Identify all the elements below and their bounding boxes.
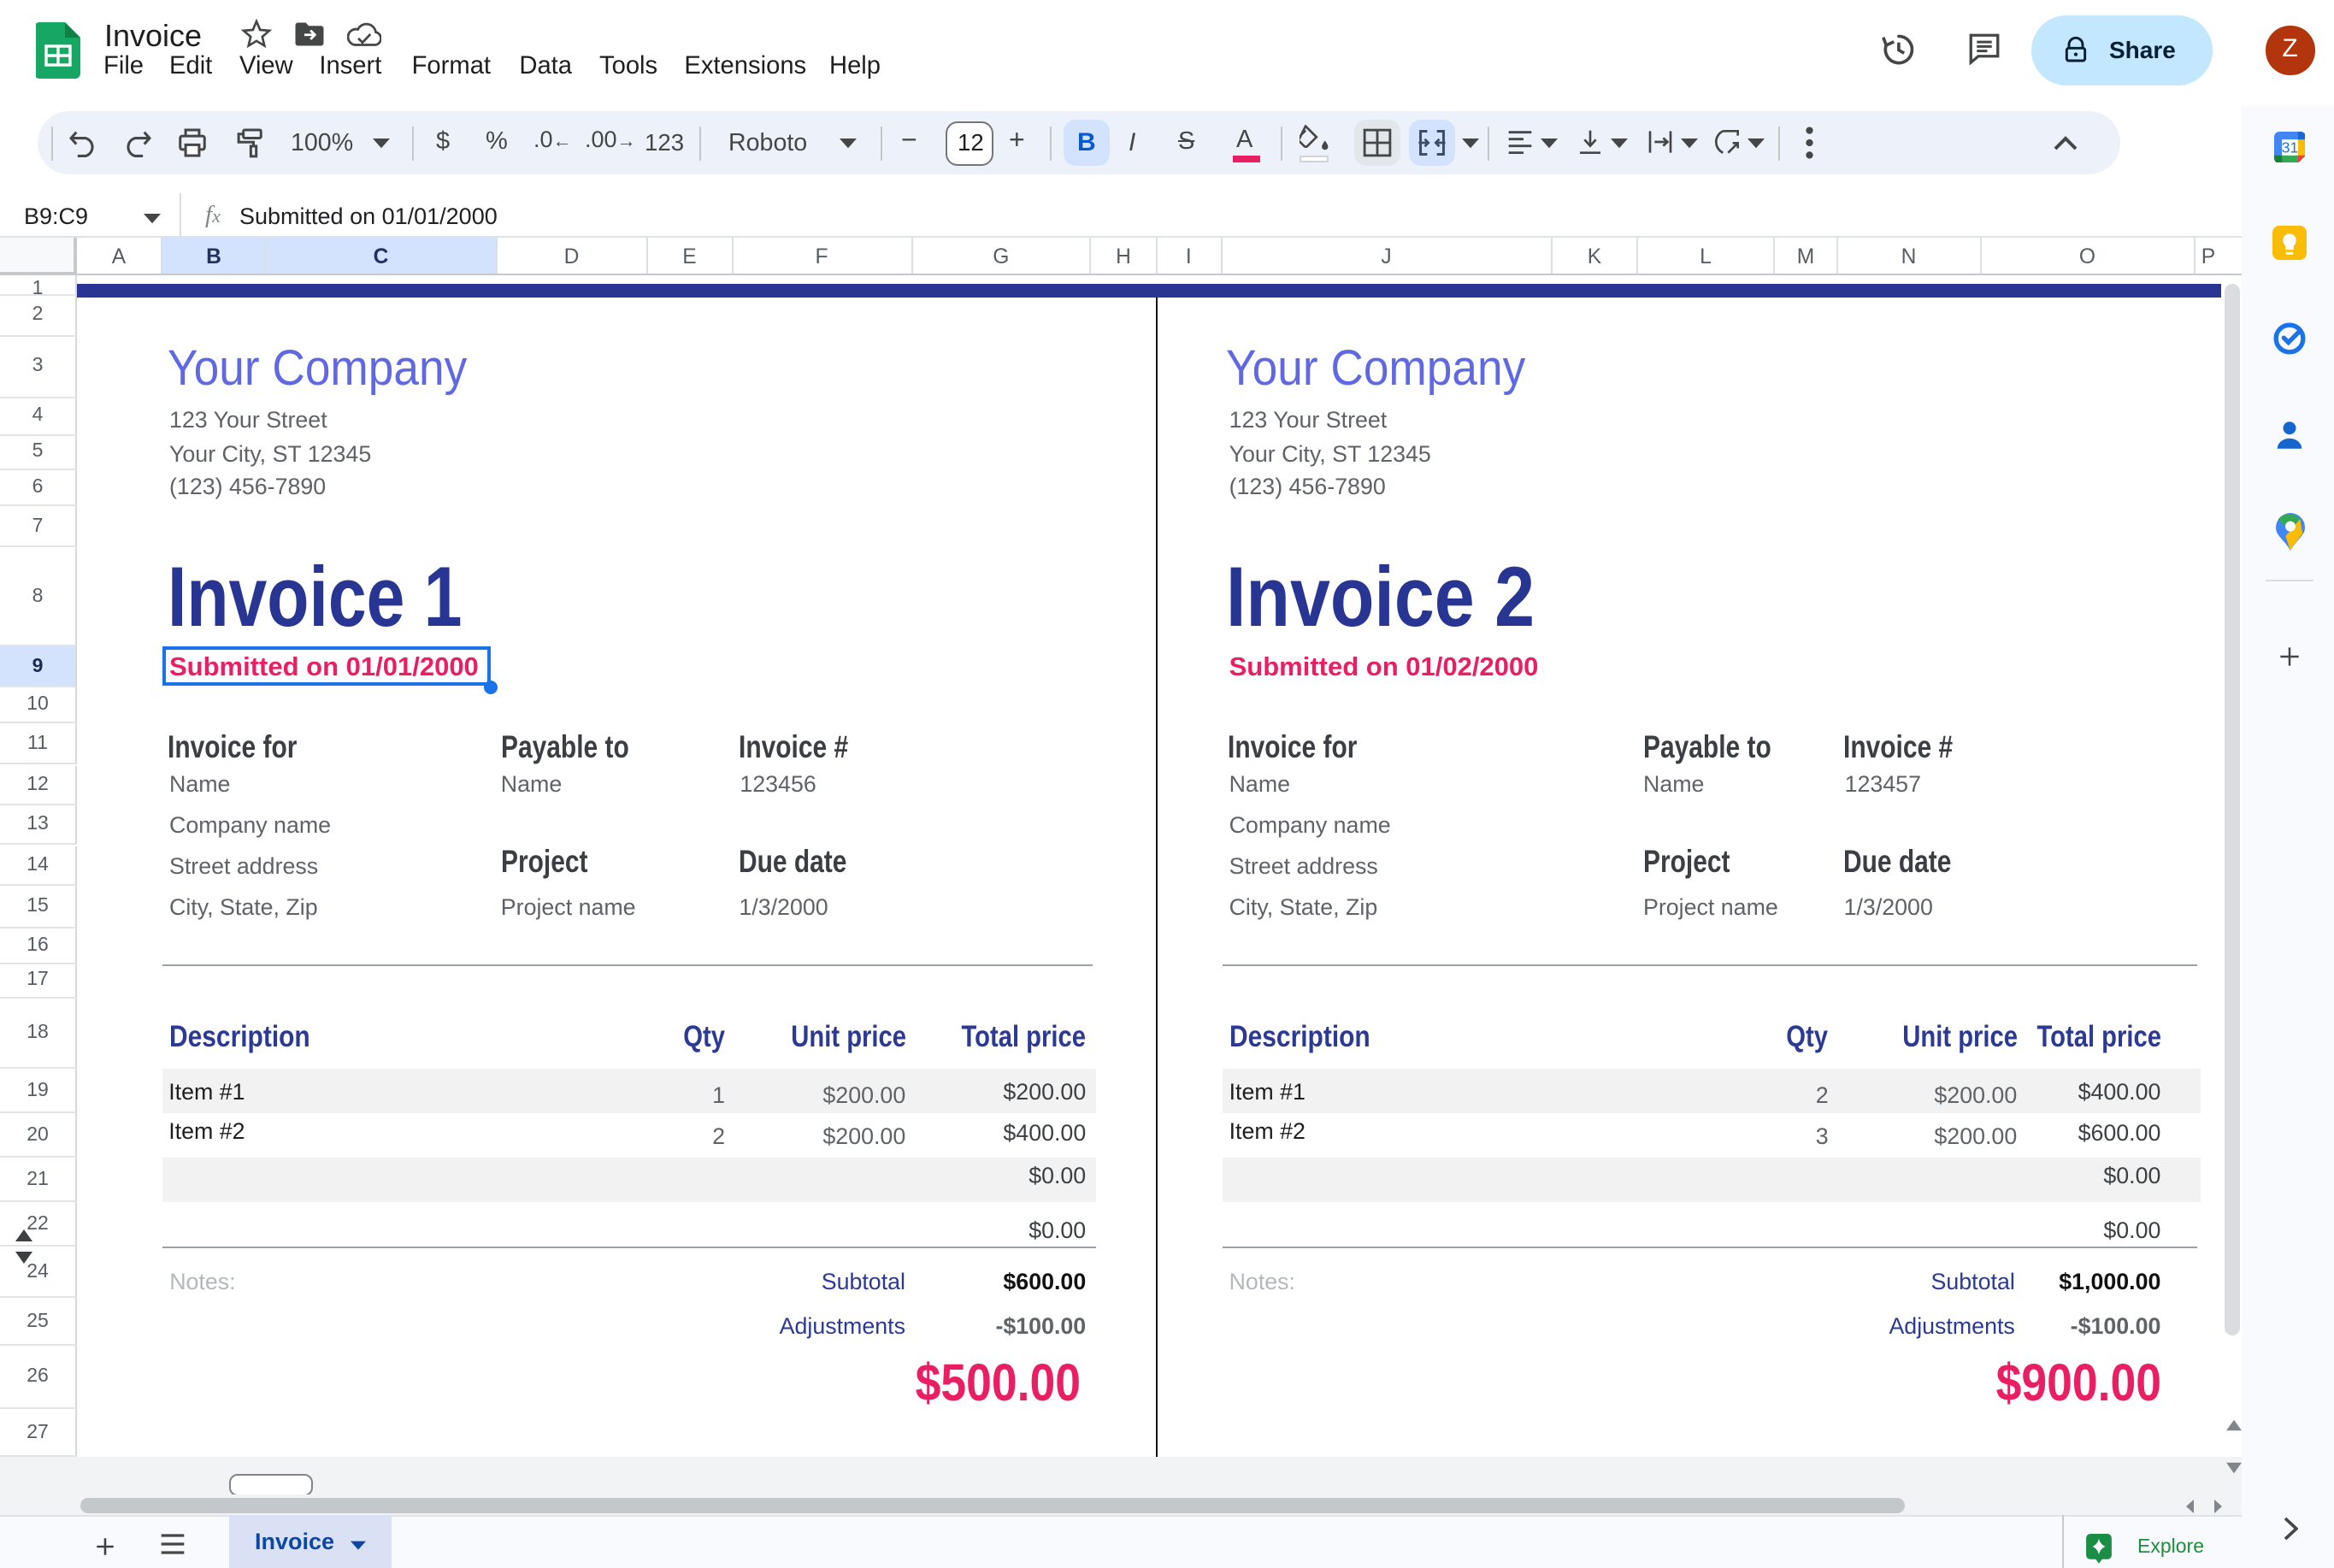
- svg-text:31: 31: [2281, 139, 2297, 156]
